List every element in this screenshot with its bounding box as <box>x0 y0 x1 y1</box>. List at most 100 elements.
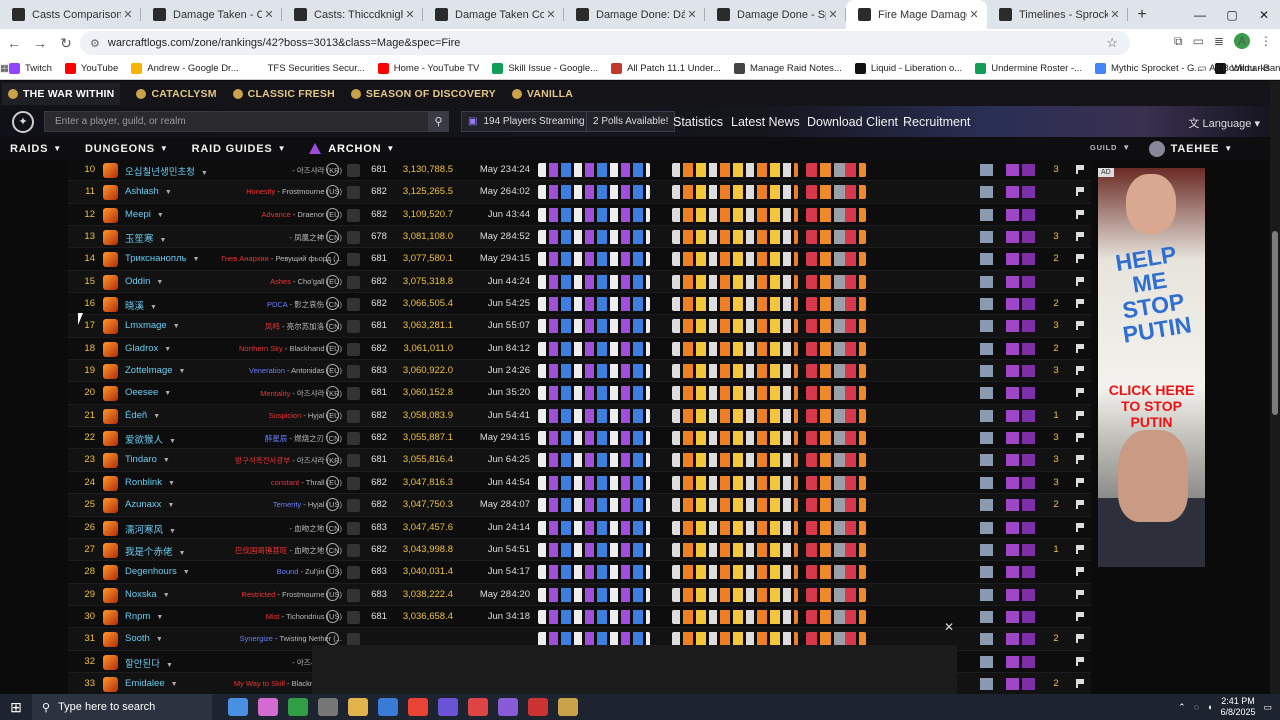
guild-realm[interactable]: Гнев Анархии - Ревущий фьорд (... <box>221 254 342 263</box>
all-bookmarks[interactable]: ▭ All Bookmarks <box>1198 63 1270 74</box>
polls-button[interactable]: 2 Polls Available! <box>586 111 676 132</box>
chevron-down-icon[interactable]: ▼ <box>173 323 180 330</box>
minimize-icon[interactable]: — <box>1184 0 1216 29</box>
chevron-down-icon[interactable]: ▼ <box>163 457 170 464</box>
app-icon[interactable] <box>438 698 458 716</box>
spec-trait-icon[interactable] <box>980 298 993 311</box>
hero-trait-icon[interactable] <box>1022 387 1035 400</box>
search-icon[interactable]: ⚲ <box>428 111 449 132</box>
cast-icon[interactable]: ▭ <box>1193 34 1204 48</box>
player-name-link[interactable]: Meepi ▼ <box>125 209 164 220</box>
warcraftlogs-link-icon[interactable] <box>326 364 339 378</box>
dps-value[interactable]: 3,125,265.5 <box>388 186 453 197</box>
dps-value[interactable]: 3,047,750.3 <box>388 499 453 510</box>
game-tab[interactable]: THE WAR WITHIN <box>2 82 121 105</box>
warcraftlogs-link-icon[interactable] <box>326 185 339 199</box>
player-name-link[interactable]: Lmxmage ▼ <box>125 320 180 331</box>
trinket-icons[interactable] <box>806 542 866 557</box>
warcraftlogs-link-icon[interactable] <box>326 297 339 311</box>
table-row[interactable]: 30 Rnpm ▼ Mist - Tichondrius (US) 681 3,036,6… <box>68 605 1091 629</box>
spec-trait-icon[interactable] <box>980 231 993 244</box>
browser-tab[interactable]: Damage Done - Sprocket✕ <box>705 0 846 29</box>
chevron-down-icon[interactable]: ▼ <box>156 279 163 286</box>
warcraftlogs-link-icon[interactable] <box>326 498 339 512</box>
wow-icon[interactable] <box>558 698 578 716</box>
flag-icon[interactable] <box>1076 232 1084 242</box>
gear-icons[interactable] <box>672 542 798 557</box>
chevron-down-icon[interactable]: ▼ <box>160 237 167 244</box>
hero-trait-icon[interactable] <box>1022 499 1035 512</box>
spec-trait-icon[interactable] <box>980 320 993 333</box>
clock[interactable]: 2:41 PM 6/8/2025 <box>1220 696 1255 718</box>
table-row[interactable]: 20 Oeesee ▼ Mentality - 아즈샤라 (KR) 681 3,060,1… <box>68 382 1091 405</box>
flag-icon[interactable] <box>1076 634 1084 644</box>
table-row[interactable]: 25 Azunaxx ▼ Temerity - Hyjal (US) 682 3,047,… <box>68 494 1091 517</box>
bookmark-item[interactable]: Mythic Sprocket - G... <box>1095 62 1202 74</box>
class-trait-icon[interactable] <box>1006 186 1019 199</box>
reload-icon[interactable]: ↻ <box>54 35 78 52</box>
chevron-down-icon[interactable]: ▼ <box>157 212 164 219</box>
warcraftlogs-link-icon[interactable] <box>326 207 339 221</box>
report-icon[interactable] <box>347 342 360 356</box>
close-overlay-icon[interactable]: ✕ <box>944 620 954 634</box>
game-tab[interactable]: VANILLA <box>511 88 573 100</box>
nav-archon[interactable]: ARCHON ▼ <box>309 143 395 155</box>
player-name-link[interactable]: 爱欲猴人 ▼ <box>125 432 176 446</box>
gear-icons[interactable] <box>672 163 798 177</box>
trinket-icons[interactable] <box>806 498 866 513</box>
class-trait-icon[interactable] <box>1006 677 1019 690</box>
flag-icon[interactable] <box>1076 611 1084 621</box>
bookmark-item[interactable]: Home - YouTube TV <box>377 62 479 74</box>
trinket-icons[interactable] <box>806 475 866 490</box>
trinket-icons[interactable] <box>806 230 866 245</box>
chevron-down-icon[interactable]: ▼ <box>153 413 160 420</box>
trinket-icons[interactable] <box>806 408 866 423</box>
close-tab-icon[interactable]: ✕ <box>685 8 699 21</box>
game-tab[interactable]: CLASSIC FRESH <box>232 88 335 100</box>
chevron-down-icon[interactable]: ▼ <box>201 170 208 177</box>
report-icon[interactable] <box>347 231 360 245</box>
spec-trait-icon[interactable] <box>980 566 993 579</box>
spec-trait-icon[interactable] <box>980 387 993 400</box>
table-row[interactable]: 14 Трикснанопль ▼ Гнев Анархии - Ревущий фь… <box>68 248 1091 271</box>
warcraftlogs-link-icon[interactable] <box>326 408 339 422</box>
chevron-down-icon[interactable]: ▼ <box>169 438 176 445</box>
streaming-button[interactable]: ▣ 194 Players Streaming <box>461 111 592 132</box>
bookmark-item[interactable]: Twitch <box>8 62 52 74</box>
player-name-link[interactable]: 오십칠년생민초청 ▼ <box>125 164 208 178</box>
spec-trait-icon[interactable] <box>980 342 993 355</box>
close-tab-icon[interactable]: ✕ <box>544 8 558 21</box>
player-name-link[interactable]: Gladrox ▼ <box>125 343 171 354</box>
table-row[interactable]: 29 Noxska ▼ Restricted - Frostmourne (US) 68… <box>68 583 1091 606</box>
dps-value[interactable]: 3,040,031.4 <box>388 566 453 577</box>
class-trait-icon[interactable] <box>1006 543 1019 556</box>
report-icon[interactable] <box>347 476 360 490</box>
extensions-icon[interactable]: ⧉ <box>1174 34 1183 49</box>
new-tab-button[interactable]: + <box>1128 0 1156 29</box>
spec-trait-icon[interactable] <box>980 454 993 467</box>
gear-icons[interactable] <box>672 319 798 334</box>
table-row[interactable]: 13 玉笙寒 ▼ - 凤凰之神 (CN) 678 3,081,108.0 May 28 4:… <box>68 226 1091 249</box>
table-row[interactable]: 26 濡河寒风 ▼ - 血吻之地 (CN) 683 3,047,457.6 Jun 2 4:… <box>68 516 1091 539</box>
spec-trait-icon[interactable] <box>980 253 993 266</box>
close-tab-icon[interactable]: ✕ <box>121 8 135 21</box>
hero-trait-icon[interactable] <box>1022 633 1035 646</box>
class-trait-icon[interactable] <box>1006 610 1019 623</box>
hero-trait-icon[interactable] <box>1022 342 1035 355</box>
trinket-icons[interactable] <box>806 453 866 468</box>
spec-trait-icon[interactable] <box>980 275 993 288</box>
trinket-icons[interactable] <box>806 274 866 289</box>
talent-icons[interactable] <box>538 587 650 602</box>
gear-icons[interactable] <box>672 207 798 222</box>
volume-icon[interactable]: ◖ <box>1207 702 1212 712</box>
menu-icon[interactable]: ⋮ <box>1260 34 1272 48</box>
dps-value[interactable]: 3,047,816.3 <box>388 477 453 488</box>
app-icon[interactable] <box>498 698 518 716</box>
dps-value[interactable]: 3,060,922.0 <box>388 365 453 376</box>
class-trait-icon[interactable] <box>1006 253 1019 266</box>
back-icon[interactable]: ← <box>2 35 26 51</box>
bookmark-item[interactable]: TFS Securities Secur... <box>251 62 365 74</box>
class-trait-icon[interactable] <box>1006 566 1019 579</box>
trinket-icons[interactable] <box>806 341 866 356</box>
flag-icon[interactable] <box>1076 567 1084 577</box>
